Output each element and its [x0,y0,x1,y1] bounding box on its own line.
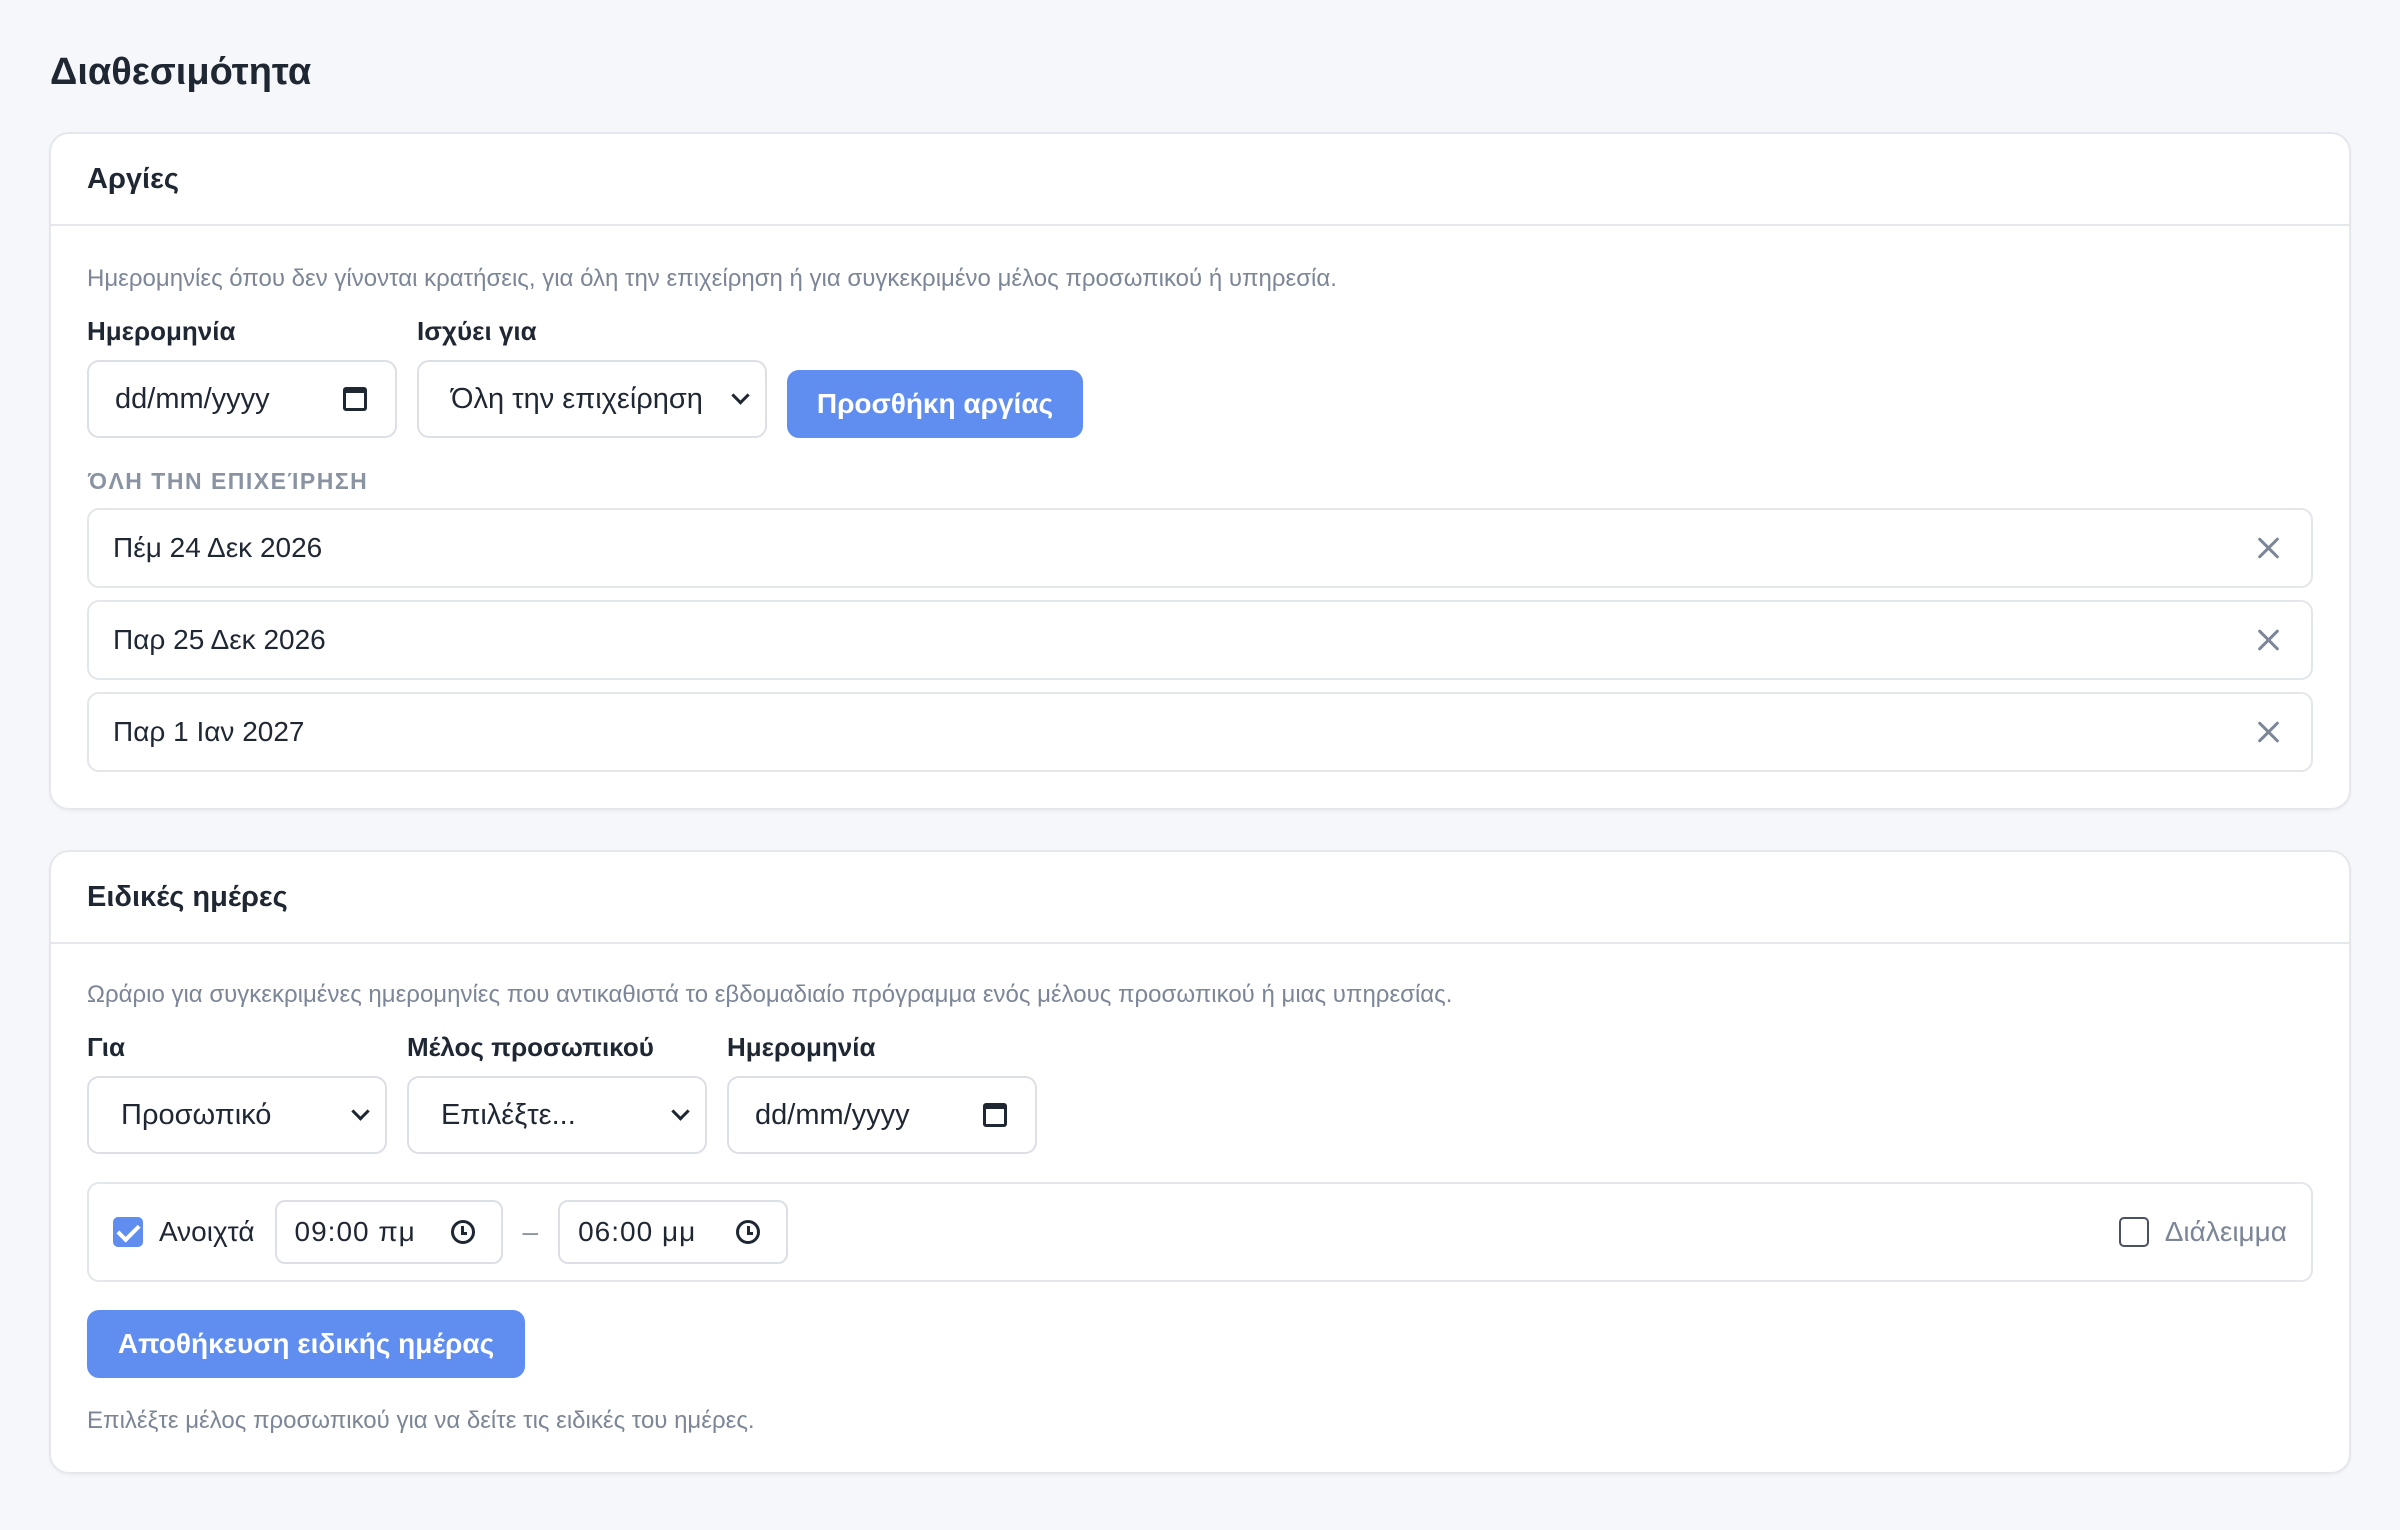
holiday-applies-field: Ισχύει για Όλη την επιχείρηση [417,316,767,438]
holiday-date: Παρ 1 Ιαν 2027 [113,716,305,747]
chevron-down-icon [351,1102,370,1121]
break-label: Διάλειμμα [2164,1216,2287,1247]
holiday-date: Πέμ 24 Δεκ 2026 [113,532,323,563]
close-icon[interactable] [2257,537,2279,559]
special-date-input[interactable]: dd/mm/yyyy [727,1076,1037,1154]
special-date-label: Ημερομηνία [727,1032,876,1062]
special-date-field: Ημερομηνία dd/mm/yyyy [727,1032,1037,1154]
time-from-input[interactable]: 09:00 πμ [274,1200,503,1264]
special-for-field: Για Προσωπικό [87,1032,387,1154]
holidays-description: Ημερομηνίες όπου δεν γίνονται κρατήσεις,… [87,265,1337,292]
holidays-card-title: Αργίες [51,134,2349,226]
hours-row: Ανοιχτά 09:00 πμ – 06:00 μμ Διάλειμμα [87,1182,2313,1282]
chevron-down-icon [731,386,750,405]
special-day-form: Για Προσωπικό Μέλος προσωπικού Επιλέξτε.… [87,1032,2313,1154]
chevron-down-icon [671,1102,690,1121]
list-item: Παρ 1 Ιαν 2027 [87,692,2313,772]
holidays-card: Αργίες Ημερομηνίες όπου δεν γίνονται κρα… [49,132,2351,810]
holiday-form: Ημερομηνία dd/mm/yyyy Ισχύει για Όλη την… [87,316,2313,438]
page-title: Διαθεσιμότητα [50,51,312,93]
time-to-value: 06:00 μμ [578,1216,697,1247]
add-holiday-button[interactable]: Προσθήκη αργίας [787,370,1083,438]
special-days-card: Ειδικές ημέρες Ωράριο για συγκεκριμένες … [49,850,2351,1474]
holiday-date-value: dd/mm/yyyy [115,382,270,415]
list-item: Πέμ 24 Δεκ 2026 [87,508,2313,588]
close-icon[interactable] [2257,721,2279,743]
list-item: Παρ 25 Δεκ 2026 [87,600,2313,680]
holiday-date: Παρ 25 Δεκ 2026 [113,624,326,655]
holiday-list: Πέμ 24 Δεκ 2026 Παρ 25 Δεκ 2026 Παρ 1 Ια… [87,508,2313,772]
open-checkbox[interactable] [113,1217,143,1247]
time-separator: – [522,1216,539,1247]
holiday-group-label: ΌΛΗ ΤΗΝ ΕΠΙΧΕΊΡΗΣΗ [88,468,369,494]
clock-icon[interactable] [450,1220,475,1244]
special-days-note: Επιλέξτε μέλος προσωπικού για να δείτε τ… [87,1407,755,1434]
holiday-applies-value: Όλη την επιχείρηση [451,382,703,415]
break-toggle[interactable]: Διάλειμμα [2118,1216,2287,1248]
special-days-description: Ωράριο για συγκεκριμένες ημερομηνίες που… [87,981,1453,1008]
holiday-date-field: Ημερομηνία dd/mm/yyyy [87,316,397,438]
holiday-date-input[interactable]: dd/mm/yyyy [87,360,397,438]
special-for-select[interactable]: Προσωπικό [87,1076,387,1154]
special-staff-value: Επιλέξτε... [441,1098,576,1131]
holiday-date-label: Ημερομηνία [87,316,236,346]
special-for-label: Για [87,1032,125,1062]
special-date-value: dd/mm/yyyy [755,1098,910,1131]
calendar-icon[interactable] [343,387,367,411]
time-to-input[interactable]: 06:00 μμ [558,1200,789,1264]
time-from-value: 09:00 πμ [294,1216,416,1247]
special-staff-field: Μέλος προσωπικού Επιλέξτε... [407,1032,707,1154]
close-icon[interactable] [2257,629,2279,651]
break-checkbox[interactable] [2118,1217,2149,1247]
holiday-applies-label: Ισχύει για [417,316,537,346]
special-for-value: Προσωπικό [121,1098,272,1131]
special-staff-select[interactable]: Επιλέξτε... [407,1076,707,1154]
calendar-icon[interactable] [983,1103,1007,1127]
special-days-card-title: Ειδικές ημέρες [51,852,2349,944]
clock-icon[interactable] [736,1220,761,1244]
open-label: Ανοιχτά [159,1216,255,1247]
holiday-applies-select[interactable]: Όλη την επιχείρηση [417,360,767,438]
availability-page: Διαθεσιμότητα Αργίες Ημερομηνίες όπου δε… [0,0,2400,1474]
save-special-day-button[interactable]: Αποθήκευση ειδικής ημέρας [87,1310,525,1378]
special-staff-label: Μέλος προσωπικού [407,1032,654,1062]
